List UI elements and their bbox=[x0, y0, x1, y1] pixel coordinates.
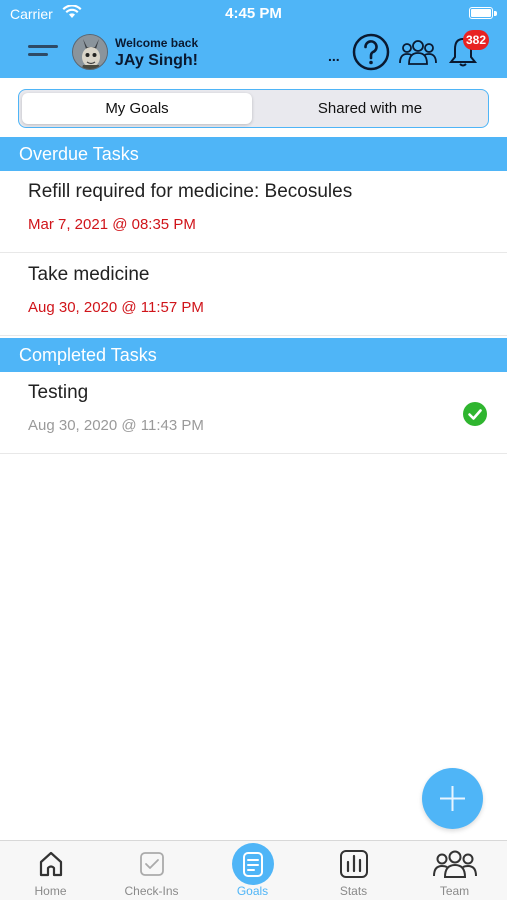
tab-label: Stats bbox=[339, 884, 368, 898]
home-icon bbox=[39, 851, 62, 877]
task-title: Testing bbox=[28, 382, 89, 403]
task-item[interactable]: Testing Aug 30, 2020 @ 11:43 PM bbox=[0, 372, 507, 454]
notification-badge: 382 bbox=[463, 30, 490, 50]
check-circle-icon bbox=[463, 402, 487, 426]
tab-check-ins[interactable]: Check-Ins bbox=[101, 841, 202, 900]
stats-icon bbox=[339, 850, 368, 878]
add-goal-button[interactable] bbox=[422, 768, 483, 829]
avatar[interactable] bbox=[72, 34, 108, 70]
task-item[interactable]: Take medicine Aug 30, 2020 @ 11:57 PM bbox=[0, 254, 507, 336]
tab-my-goals[interactable]: My Goals bbox=[22, 93, 252, 124]
app-header: Carrier 4:45 PM Welcome back JAy Singh! … bbox=[0, 0, 507, 78]
status-bar: Carrier 4:45 PM bbox=[0, 0, 507, 28]
checkin-icon bbox=[139, 852, 164, 876]
task-item[interactable]: Refill required for medicine: Becosules … bbox=[0, 171, 507, 253]
more-options[interactable]: ... bbox=[328, 48, 340, 64]
battery-icon bbox=[469, 7, 493, 19]
section-header-completed: Completed Tasks bbox=[0, 338, 507, 372]
tab-goals[interactable]: Goals bbox=[202, 841, 303, 900]
battery-tip bbox=[494, 11, 497, 16]
menu-icon[interactable] bbox=[26, 42, 62, 62]
plus-icon bbox=[440, 786, 465, 811]
tab-label: Home bbox=[34, 884, 67, 898]
task-title: Refill required for medicine: Becosules bbox=[28, 181, 353, 202]
tab-team[interactable]: Team bbox=[404, 841, 505, 900]
team-icon bbox=[432, 850, 477, 878]
goals-icon bbox=[242, 852, 263, 877]
tab-home[interactable]: Home bbox=[0, 841, 101, 900]
task-date: Aug 30, 2020 @ 11:57 PM bbox=[28, 299, 204, 316]
task-title: Take medicine bbox=[28, 264, 150, 285]
task-date: Mar 7, 2021 @ 08:35 PM bbox=[28, 216, 196, 233]
status-time: 4:45 PM bbox=[225, 5, 282, 22]
task-date: Aug 30, 2020 @ 11:43 PM bbox=[28, 417, 204, 434]
team-icon[interactable] bbox=[398, 38, 438, 66]
goals-segment-control: My Goals Shared with me bbox=[18, 89, 489, 128]
tab-label: Goals bbox=[236, 884, 269, 898]
tab-label: Check-Ins bbox=[124, 884, 179, 898]
tab-stats[interactable]: Stats bbox=[303, 841, 404, 900]
help-icon[interactable] bbox=[352, 33, 390, 71]
bottom-tab-bar: Home Check-Ins Goals Stats Team bbox=[0, 840, 507, 900]
tab-shared-with-me[interactable]: Shared with me bbox=[255, 93, 485, 124]
tab-label: Team bbox=[439, 884, 470, 898]
welcome-text: Welcome back bbox=[115, 36, 199, 50]
user-name: JAy Singh! bbox=[115, 52, 198, 69]
section-header-overdue: Overdue Tasks bbox=[0, 137, 507, 171]
